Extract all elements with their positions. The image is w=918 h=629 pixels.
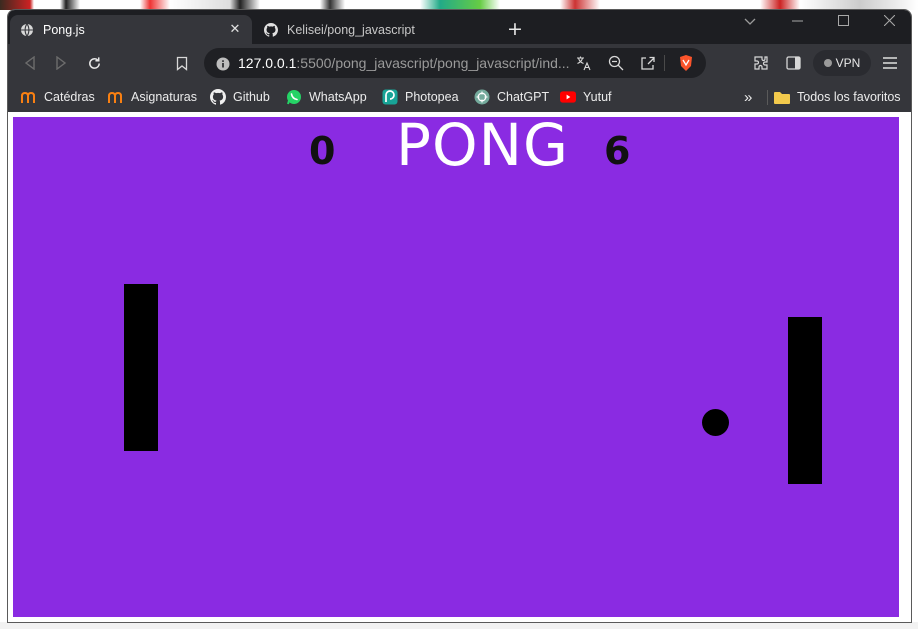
close-window-button[interactable]: [869, 12, 909, 34]
sidebar-toggle-icon[interactable]: [780, 50, 806, 76]
bookmarks-divider: [767, 90, 768, 105]
bookmarks-overflow-button[interactable]: »: [744, 85, 752, 109]
globe-icon: [20, 23, 34, 37]
whatsapp-icon: [286, 89, 302, 105]
desktop-background-bottom: [0, 622, 918, 629]
photopea-icon: [382, 89, 398, 105]
url-path: :5500/pong_javascript/pong_javascript/in…: [296, 55, 570, 71]
tab-strip: Pong.js ✕ Kelisei/pong_javascript +: [8, 10, 911, 44]
bookmark-label: ChatGPT: [497, 90, 550, 104]
folder-icon: [774, 89, 790, 105]
moodle-icon: [21, 89, 37, 105]
chatgpt-icon: [474, 89, 490, 105]
url-text: 127.0.0.1:5500/pong_javascript/pong_java…: [238, 55, 570, 71]
youtube-icon: [560, 89, 576, 105]
all-bookmarks-folder[interactable]: Todos los favoritos: [774, 85, 901, 109]
bookmarks-bar: Catédras Asignaturas Github WhatsApp Pho…: [8, 82, 911, 112]
page-content: 0 PONG 6: [8, 111, 911, 622]
site-info-icon[interactable]: [216, 56, 230, 75]
bookmark-chatgpt[interactable]: ChatGPT: [474, 85, 549, 109]
tab-title: Kelisei/pong_javascript: [287, 22, 415, 37]
browser-window: Pong.js ✕ Kelisei/pong_javascript + 127.…: [7, 9, 912, 623]
translate-icon[interactable]: [574, 54, 594, 72]
menu-icon[interactable]: [877, 50, 903, 76]
bookmark-label: Yutuf: [583, 90, 612, 104]
url-host: 127.0.0.1: [238, 55, 297, 71]
zoom-icon[interactable]: [606, 54, 626, 72]
bookmark-page-button[interactable]: [169, 50, 195, 76]
share-icon[interactable]: [638, 54, 658, 72]
new-tab-button[interactable]: +: [504, 18, 526, 40]
brave-shields-icon[interactable]: [676, 54, 696, 72]
right-player-score: 6: [604, 129, 631, 173]
address-bar[interactable]: 127.0.0.1:5500/pong_javascript/pong_java…: [204, 48, 706, 78]
bookmark-yutuf[interactable]: Yutuf: [560, 85, 612, 109]
minimize-button[interactable]: [777, 12, 817, 34]
moodle-icon: [108, 89, 124, 105]
bookmark-label: Github: [233, 90, 270, 104]
github-icon: [210, 89, 226, 105]
bookmark-whatsapp[interactable]: WhatsApp: [286, 85, 367, 109]
bookmark-photopea[interactable]: Photopea: [382, 85, 459, 109]
overflow-chevron-icon: »: [744, 88, 753, 106]
left-paddle: [124, 284, 158, 451]
tab-pong[interactable]: Pong.js ✕: [10, 15, 252, 44]
tab-search-chevron-icon[interactable]: [730, 12, 770, 34]
left-player-score: 0: [309, 129, 336, 173]
bookmark-label: Photopea: [405, 90, 459, 104]
right-paddle: [788, 317, 822, 484]
bookmark-catedras[interactable]: Catédras: [21, 85, 95, 109]
tab-title: Pong.js: [43, 22, 85, 37]
navigation-toolbar: 127.0.0.1:5500/pong_javascript/pong_java…: [8, 44, 911, 82]
extensions-icon[interactable]: [748, 50, 774, 76]
close-tab-icon[interactable]: ✕: [228, 22, 242, 37]
pong-game-canvas[interactable]: 0 PONG 6: [13, 111, 899, 617]
vpn-status-icon: [823, 59, 832, 67]
vpn-label: VPN: [835, 56, 861, 70]
omnibox-divider: [664, 55, 665, 71]
github-icon: [264, 22, 278, 37]
bookmark-label: Catédras: [44, 90, 95, 104]
maximize-button[interactable]: [823, 12, 863, 34]
reload-button[interactable]: [81, 50, 107, 76]
bookmark-label: Asignaturas: [131, 90, 198, 104]
bookmark-label: WhatsApp: [309, 90, 367, 104]
forward-button[interactable]: [48, 50, 74, 76]
ball: [702, 409, 729, 436]
bookmark-github[interactable]: Github: [210, 85, 270, 109]
tab-github-repo[interactable]: Kelisei/pong_javascript: [254, 15, 496, 44]
back-button[interactable]: [17, 50, 43, 76]
bookmark-asignaturas[interactable]: Asignaturas: [108, 85, 197, 109]
game-title: PONG: [396, 111, 569, 179]
vpn-button[interactable]: VPN: [813, 50, 871, 76]
all-bookmarks-label: Todos los favoritos: [797, 90, 901, 104]
